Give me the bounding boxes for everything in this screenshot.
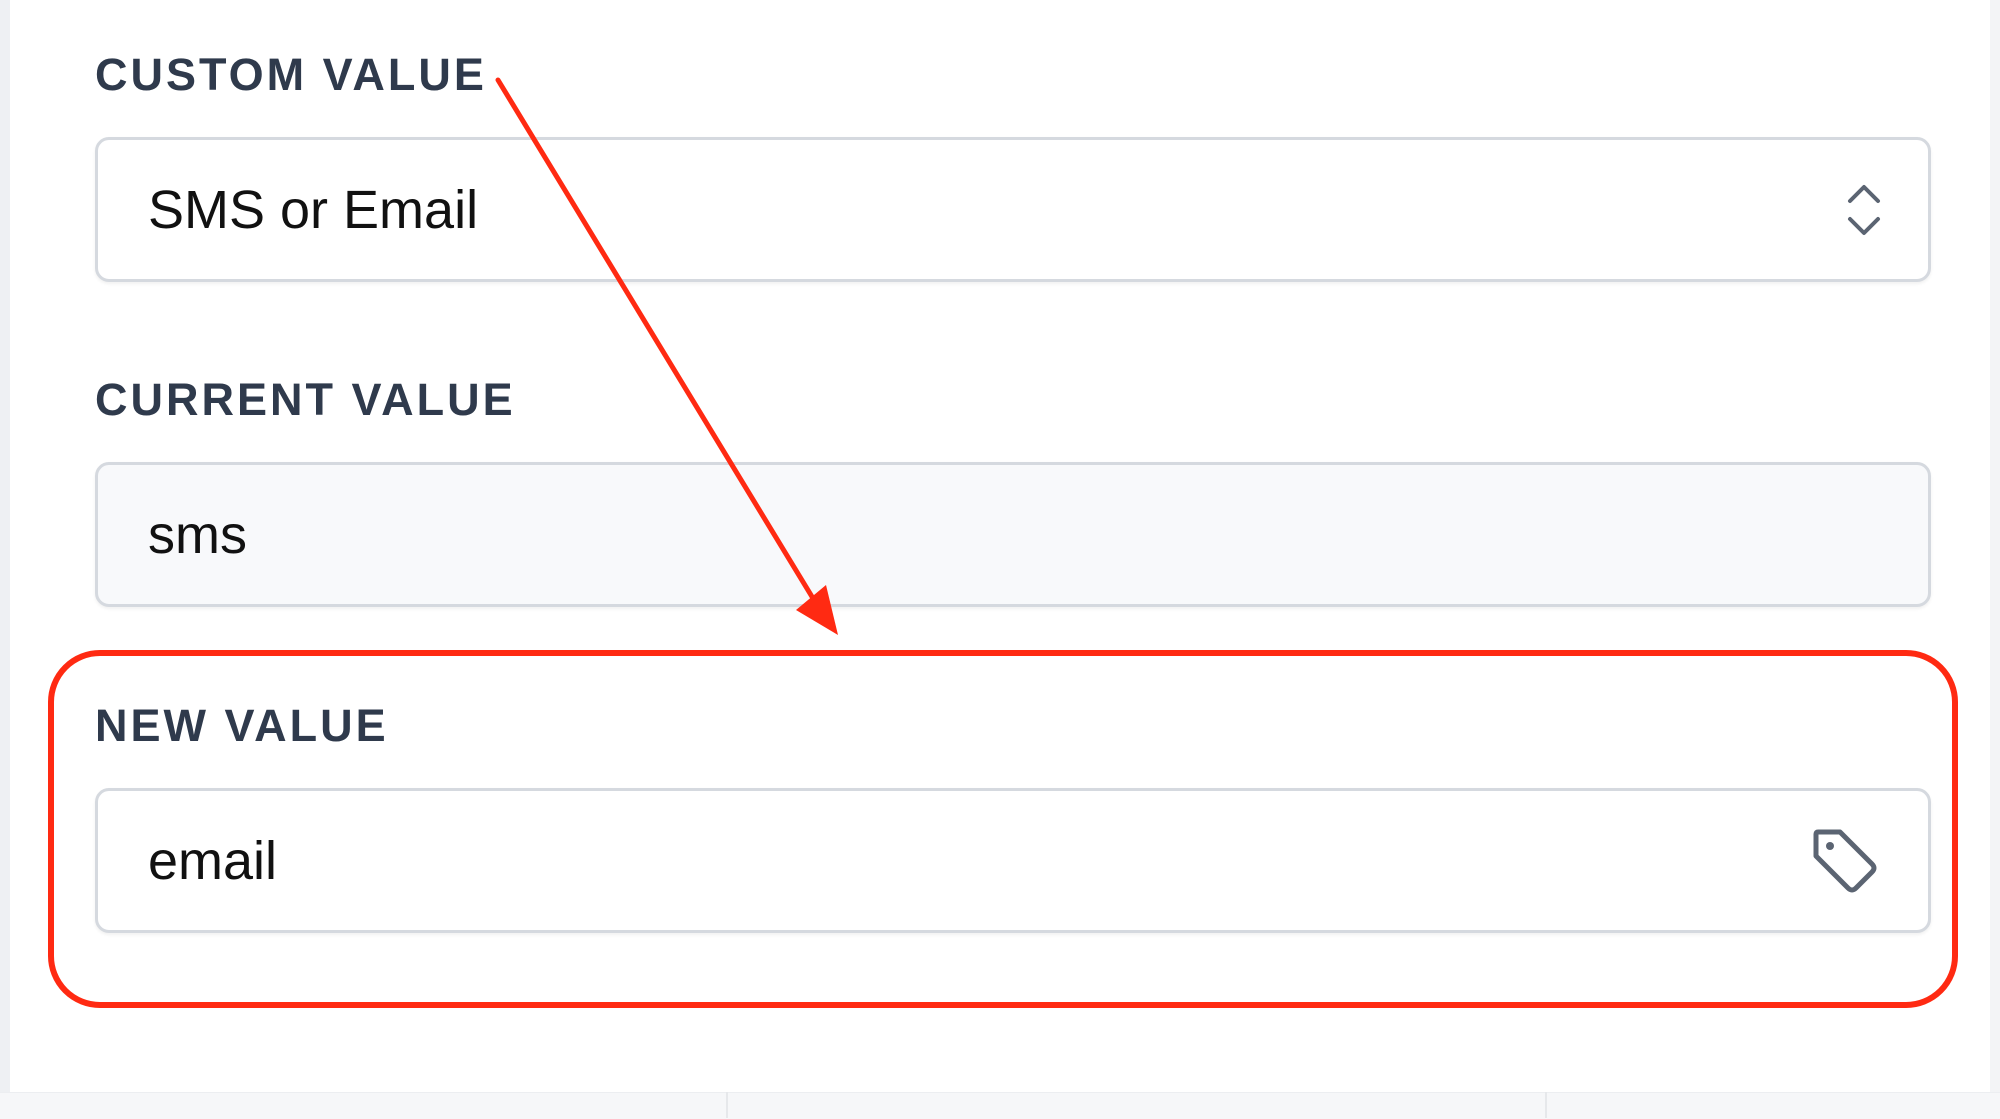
annotation-arrow <box>495 77 838 635</box>
